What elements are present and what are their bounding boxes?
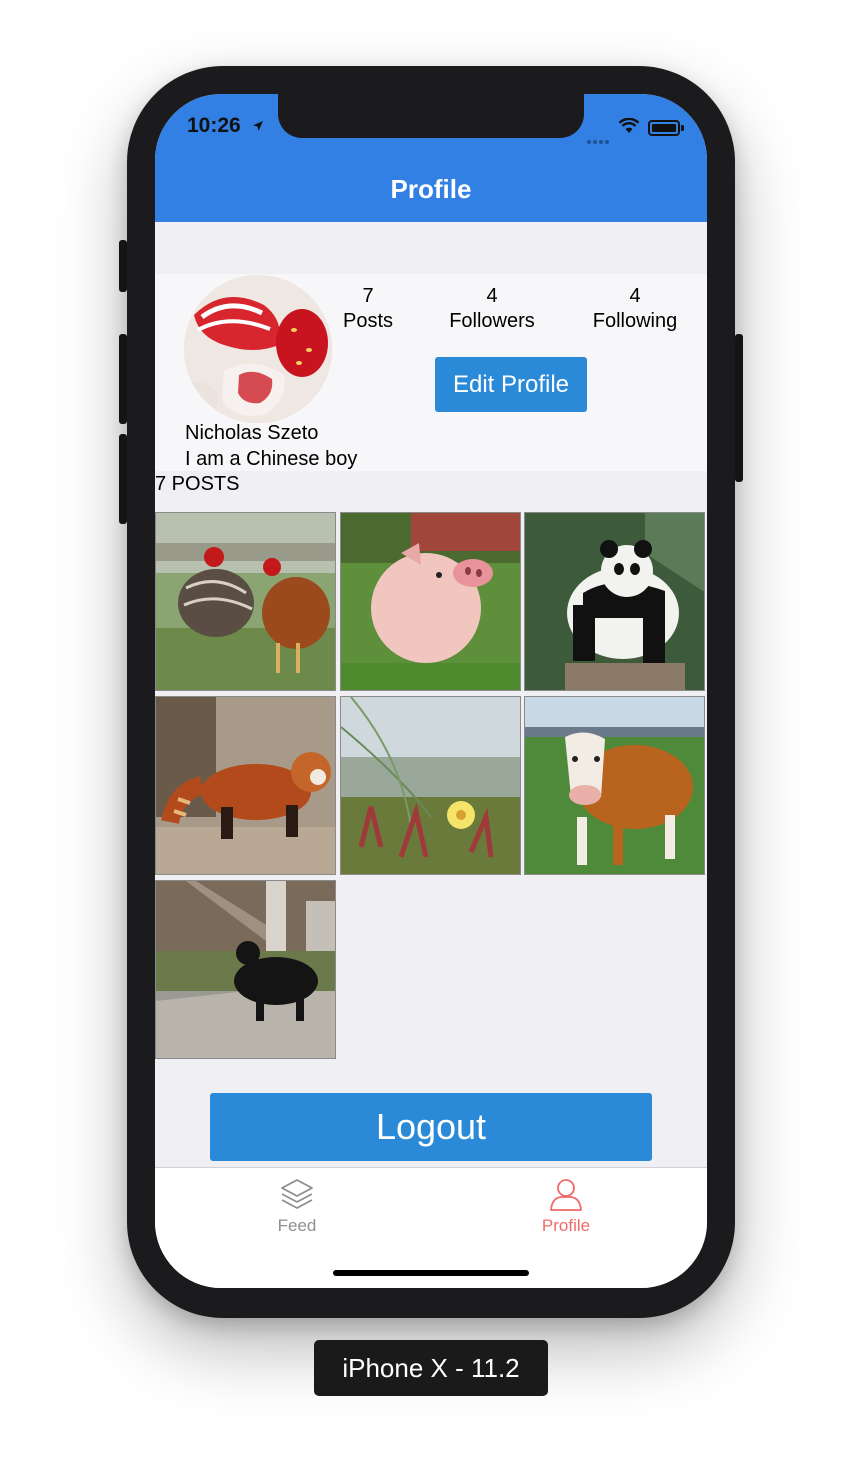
- volume-up-button: [119, 334, 127, 424]
- wifi-icon: [618, 118, 640, 133]
- notch: [278, 94, 584, 138]
- post-thumbnail-chickens[interactable]: [155, 512, 336, 691]
- logout-button[interactable]: Logout: [210, 1093, 652, 1161]
- posts-count-label: 7 POSTS: [155, 473, 240, 495]
- followers-count: 4: [486, 285, 498, 307]
- layers-icon: [281, 1179, 313, 1209]
- page-title: Profile: [390, 174, 472, 204]
- volume-down-button: [119, 434, 127, 524]
- post-thumbnail-red-panda[interactable]: [155, 696, 336, 875]
- profile-name: Nicholas Szeto: [185, 422, 319, 444]
- edit-profile-button[interactable]: Edit Profile: [435, 357, 587, 412]
- screen: 10:26 Profile 7 Posts 4 Followers 4 Foll…: [155, 94, 707, 1288]
- tab-profile[interactable]: Profile: [428, 1168, 704, 1248]
- post-thumbnail-flower[interactable]: [340, 696, 521, 875]
- tab-profile-label: Profile: [541, 1216, 591, 1235]
- following-count: 4: [629, 285, 641, 307]
- person-icon: [550, 1179, 582, 1211]
- post-thumbnail-cat[interactable]: [155, 880, 336, 1059]
- home-indicator[interactable]: [333, 1270, 529, 1276]
- power-button: [735, 334, 743, 482]
- location-arrow-icon: [253, 121, 263, 131]
- posts-count: 7: [362, 285, 374, 307]
- post-thumbnail-panda[interactable]: [524, 512, 705, 691]
- phone-frame: 10:26 Profile 7 Posts 4 Followers 4 Foll…: [119, 66, 743, 1318]
- device-label: iPhone X - 11.2: [314, 1340, 548, 1396]
- mute-switch: [119, 240, 127, 292]
- tab-feed[interactable]: Feed: [159, 1168, 435, 1248]
- navigation-bar: 10:26 Profile: [155, 94, 707, 222]
- signal-icon: [587, 131, 611, 149]
- post-thumbnail-piglet[interactable]: [340, 512, 521, 691]
- tab-feed-label: Feed: [277, 1216, 317, 1235]
- posts-label: Posts: [342, 310, 394, 332]
- battery-icon: [648, 120, 684, 136]
- following-label: Following: [592, 310, 678, 332]
- profile-bio: I am a Chinese boy: [185, 448, 358, 470]
- post-thumbnail-cow[interactable]: [524, 696, 705, 875]
- followers-label: Followers: [449, 310, 535, 332]
- status-time: 10:26: [187, 114, 241, 137]
